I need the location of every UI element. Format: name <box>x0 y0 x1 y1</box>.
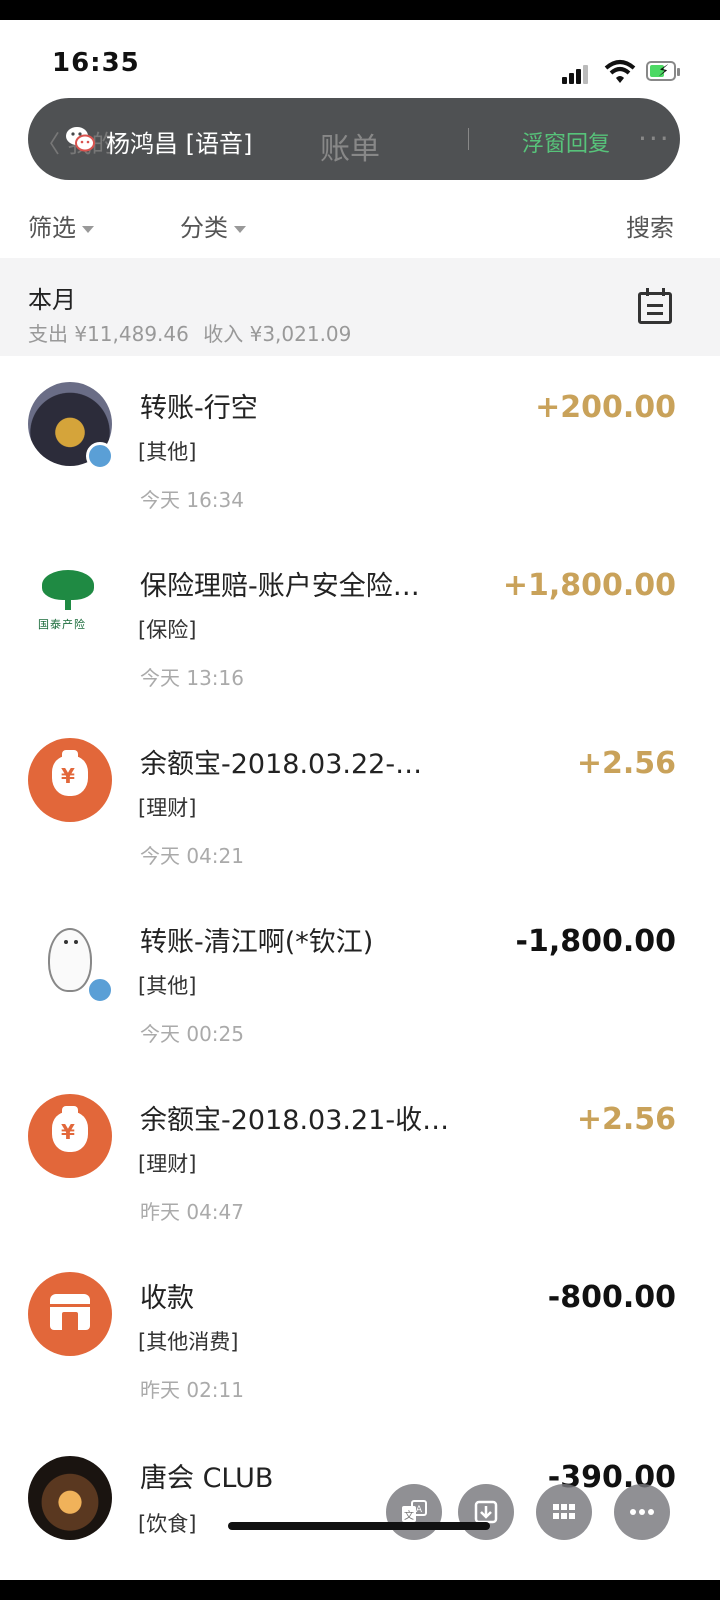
more-button[interactable] <box>614 1484 670 1540</box>
month-label: 本月 <box>28 286 76 314</box>
status-time: 16:35 <box>52 48 140 78</box>
bill-date: 今天 16:34 <box>140 488 244 512</box>
chevron-down-icon <box>82 225 94 233</box>
calendar-icon[interactable] <box>638 288 672 324</box>
bill-title: 保险理赔-账户安全险… <box>140 571 420 602</box>
search-button[interactable]: 搜索 <box>626 208 674 243</box>
more-icon <box>630 1509 654 1515</box>
bill-amount: +2.56 <box>576 1102 676 1137</box>
insurance-tree-logo: 国泰产险 <box>28 564 112 648</box>
filter-label: 筛选 <box>28 214 76 242</box>
wifi-icon <box>604 60 636 83</box>
month-header: 本月 支出 ¥11,489.46 收入 ¥3,021.09 <box>0 258 720 356</box>
category-label: 分类 <box>180 214 228 242</box>
svg-text:A: A <box>416 1505 423 1515</box>
translate-button[interactable]: 文 A <box>386 1484 442 1540</box>
wechat-icon <box>66 127 95 152</box>
bill-title: 余额宝-2018.03.21-收… <box>140 1105 450 1136</box>
bill-amount: +2.56 <box>576 746 676 781</box>
bill-row[interactable]: 转账-清江啊(*钦江) [其他] 今天 00:25 -1,800.00 <box>0 890 720 1068</box>
bill-title: 转账-清江啊(*钦江) <box>140 927 374 958</box>
club-photo <box>28 1456 112 1540</box>
month-summary: 支出 ¥11,489.46 收入 ¥3,021.09 <box>28 318 359 347</box>
bill-date: 今天 04:21 <box>140 844 244 868</box>
signal-icon <box>562 64 592 84</box>
bill-row[interactable]: ¥ 余额宝-2018.03.21-收… [理财] 昨天 04:47 +2.56 <box>0 1068 720 1246</box>
bill-row[interactable]: 收款 [其他消费] 昨天 02:11 -800.00 <box>0 1246 720 1424</box>
grid-icon <box>553 1504 575 1519</box>
battery-charging-icon: ⚡ <box>646 61 680 81</box>
float-reply-button[interactable]: 浮窗回复 <box>522 126 610 158</box>
verified-badge-icon <box>86 442 114 470</box>
bill-title: 收款 <box>140 1283 194 1314</box>
bill-title: 余额宝-2018.03.22-… <box>140 749 423 780</box>
bottom-black-strip <box>0 1580 720 1600</box>
bill-date: 今天 00:25 <box>140 1022 244 1046</box>
home-indicator[interactable] <box>228 1522 490 1530</box>
bill-title: 唐会 CLUB <box>140 1463 274 1494</box>
verified-badge-icon <box>86 976 114 1004</box>
bill-date: 昨天 02:11 <box>140 1378 244 1402</box>
bill-date: 今天 13:16 <box>140 666 244 690</box>
chevron-down-icon <box>234 225 246 233</box>
income-total: 收入 ¥3,021.09 <box>203 322 352 346</box>
insurance-logo-text: 国泰产险 <box>38 618 86 631</box>
shop-icon <box>28 1272 112 1356</box>
page-title: 账单 <box>320 132 380 167</box>
top-black-strip <box>0 0 720 20</box>
download-button[interactable] <box>458 1484 514 1540</box>
bill-category: [饮食] <box>138 1512 197 1536</box>
bill-amount: -800.00 <box>547 1280 676 1315</box>
grid-button[interactable] <box>536 1484 592 1540</box>
caller-name: 杨鸿昌 [语音] <box>106 130 253 158</box>
expense-total: 支出 ¥11,489.46 <box>28 322 189 346</box>
bill-row[interactable]: 转账-行空 [其他] 今天 16:34 +200.00 <box>0 356 720 534</box>
bill-category: [理财] <box>138 796 197 820</box>
status-bar: 16:35 ⚡ <box>0 20 720 90</box>
pill-divider <box>468 128 469 150</box>
bill-row[interactable]: 唐会 CLUB [饮食] -390.00 <box>0 1424 720 1584</box>
filter-dropdown[interactable]: 筛选 <box>28 208 94 243</box>
bill-amount: -1,800.00 <box>515 924 677 959</box>
category-dropdown[interactable]: 分类 <box>180 208 246 243</box>
bill-date: 昨天 04:47 <box>140 1200 244 1224</box>
bill-category: [其他] <box>138 440 197 464</box>
bill-amount: +1,800.00 <box>502 568 676 603</box>
bill-category: [保险] <box>138 618 197 642</box>
bill-category: [理财] <box>138 1152 197 1176</box>
filter-bar: 筛选 分类 搜索 <box>0 190 720 256</box>
bill-amount: +200.00 <box>535 390 676 425</box>
bill-category: [其他消费] <box>138 1330 239 1354</box>
voice-call-pill[interactable]: 〈 我的 账单 ··· 杨鸿昌 [语音] 浮窗回复 <box>28 98 680 180</box>
bill-row[interactable]: 国泰产险 保险理赔-账户安全险… [保险] 今天 13:16 +1,800.00 <box>0 534 720 712</box>
more-button-behind: ··· <box>638 122 671 155</box>
svg-text:文: 文 <box>404 1509 414 1522</box>
money-bag-icon: ¥ <box>28 1094 112 1178</box>
bill-row[interactable]: ¥ 余额宝-2018.03.22-… [理财] 今天 04:21 +2.56 <box>0 712 720 890</box>
bill-title: 转账-行空 <box>140 393 258 424</box>
money-bag-icon: ¥ <box>28 738 112 822</box>
bill-category: [其他] <box>138 974 197 998</box>
